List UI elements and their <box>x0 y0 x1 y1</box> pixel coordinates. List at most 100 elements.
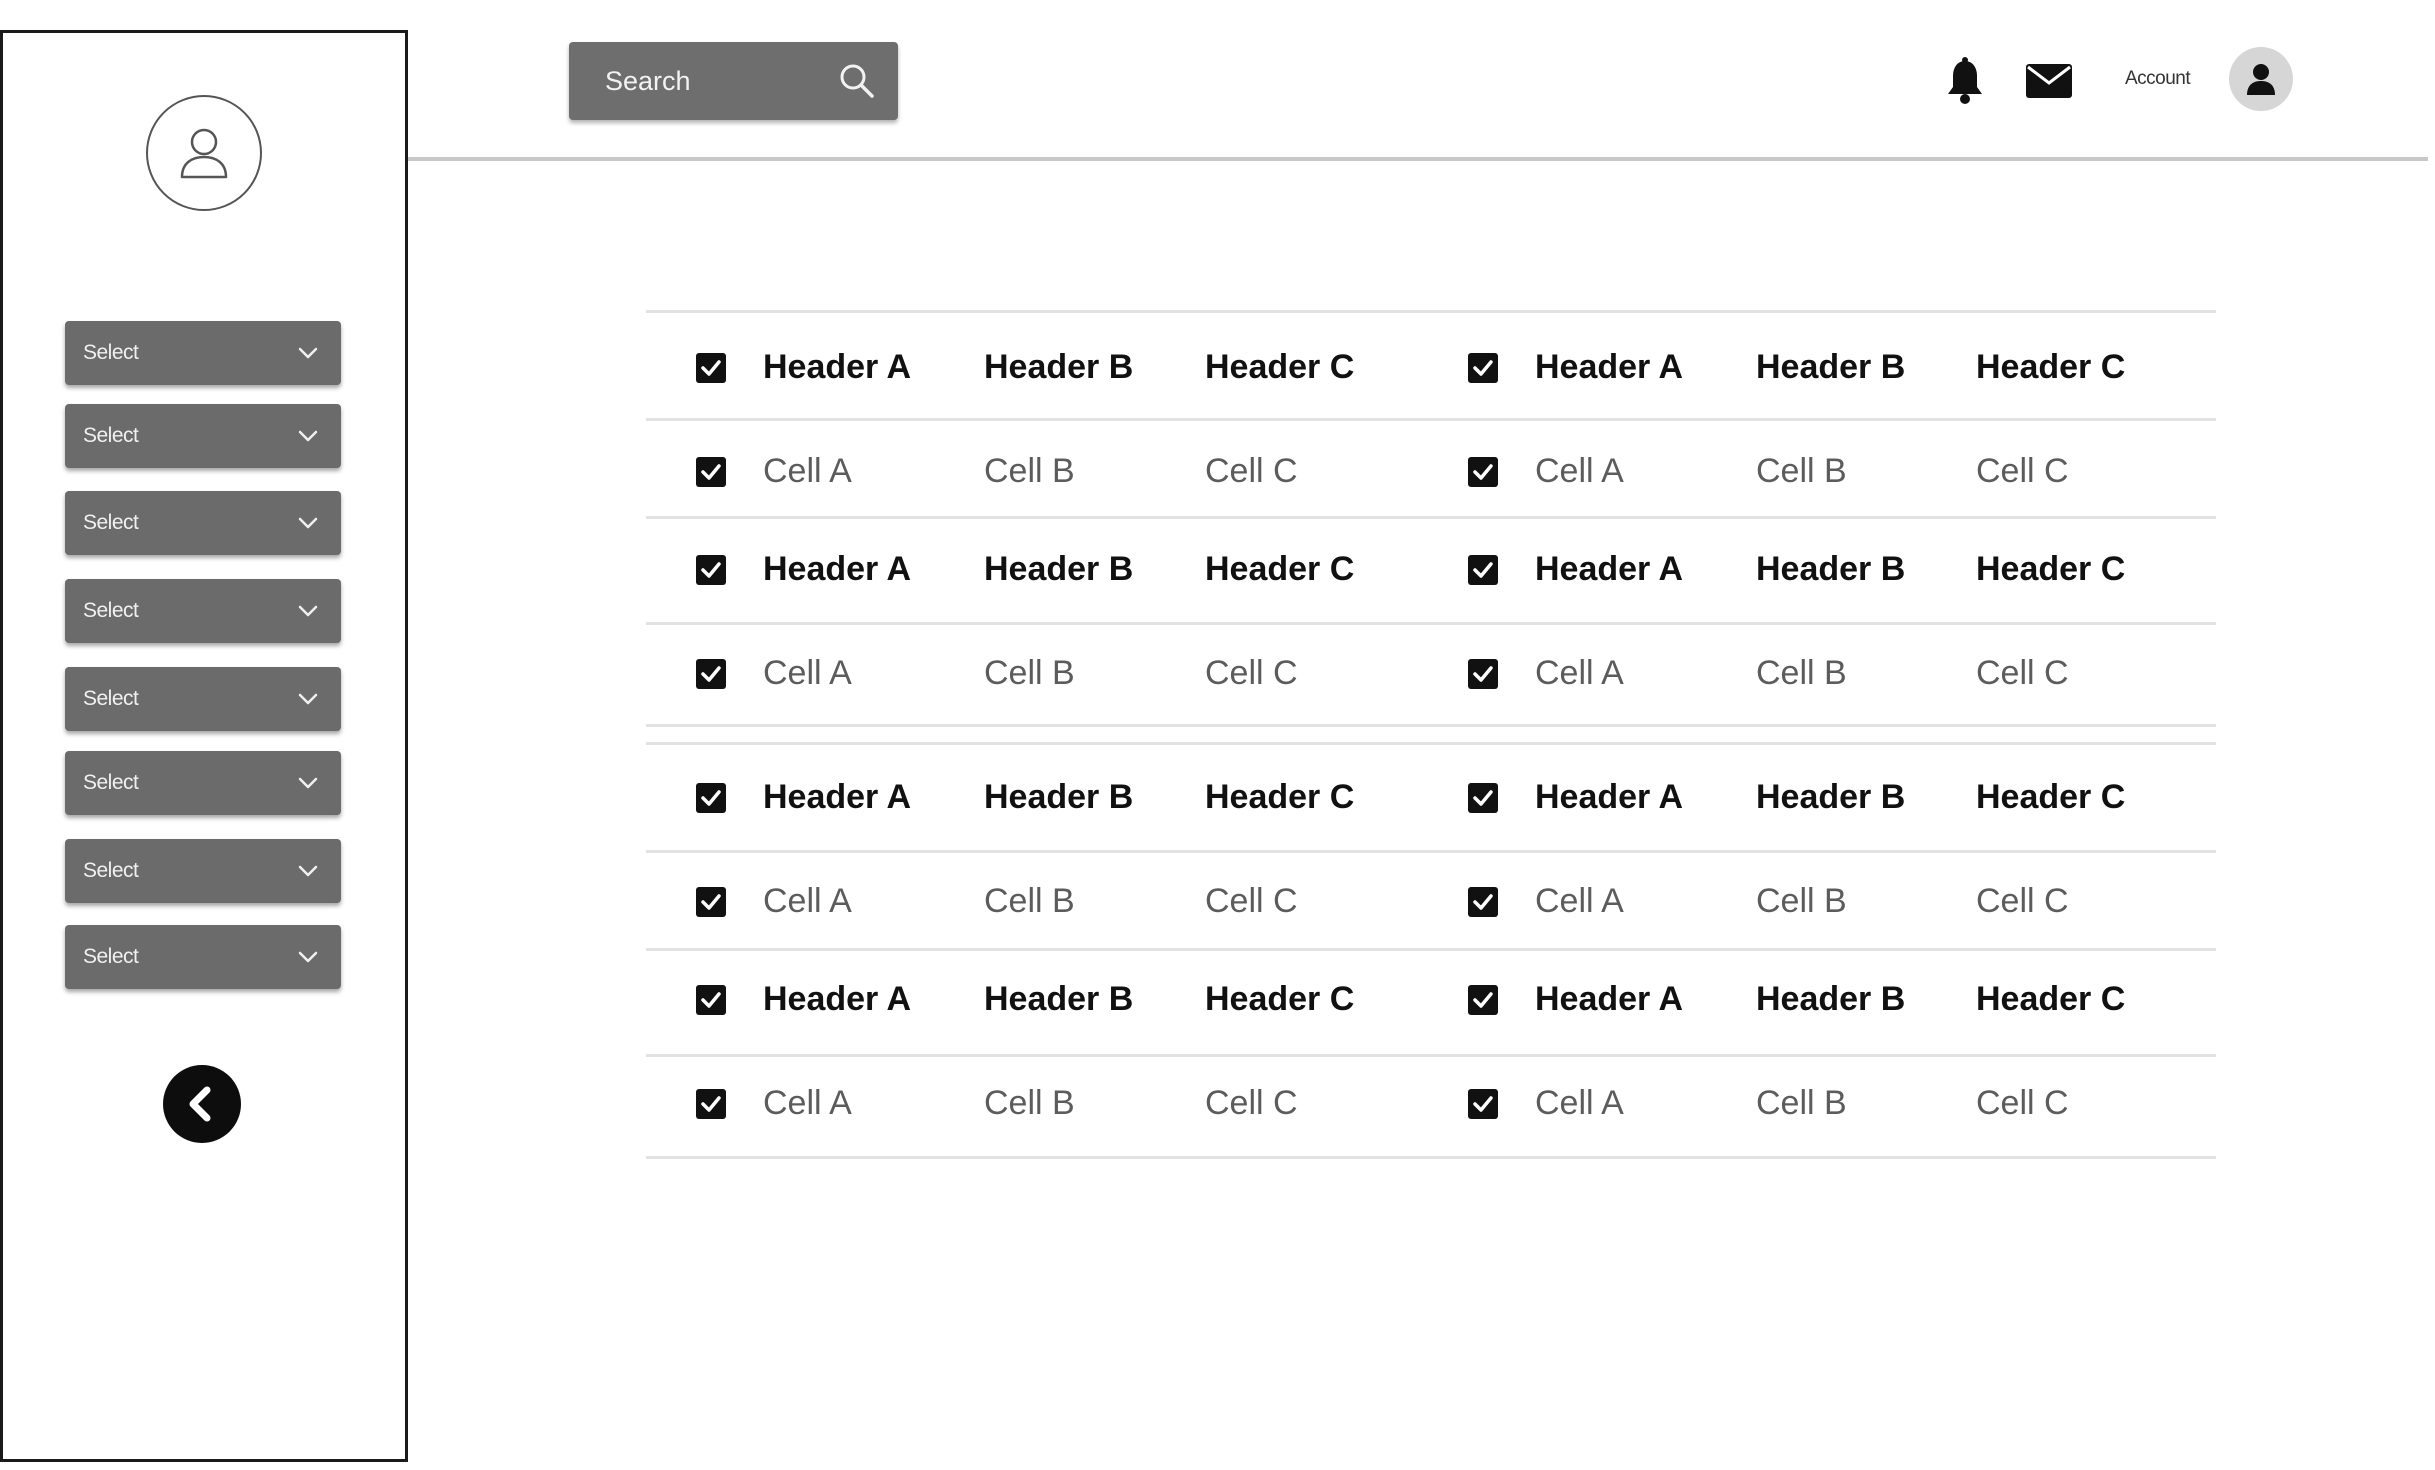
row-checkbox[interactable] <box>1468 353 1498 383</box>
filter-select[interactable]: Select <box>65 321 341 385</box>
table-cell: Cell B <box>984 654 1075 692</box>
table-cell: Cell C <box>1205 1084 1298 1122</box>
filter-select[interactable]: Select <box>65 404 341 468</box>
row-checkbox[interactable] <box>696 1089 726 1119</box>
column-header[interactable]: Header A <box>1535 348 1683 387</box>
header-divider <box>408 157 2428 161</box>
row-divider <box>646 742 2216 745</box>
row-checkbox[interactable] <box>1468 985 1498 1015</box>
table-cell: Cell B <box>1756 654 1847 692</box>
filter-select[interactable]: Select <box>65 925 341 989</box>
chevron-down-icon <box>297 772 319 794</box>
column-header[interactable]: Header A <box>1535 550 1683 589</box>
row-checkbox[interactable] <box>696 457 726 487</box>
table-cell: Cell C <box>1205 452 1298 490</box>
column-header[interactable]: Header A <box>763 348 911 387</box>
search-icon[interactable] <box>838 62 876 100</box>
table-cell: Cell B <box>984 1084 1075 1122</box>
row-checkbox[interactable] <box>696 887 726 917</box>
table-row: Cell A Cell B Cell C Cell A Cell B Cell C <box>646 1064 2216 1144</box>
checkmark-icon <box>701 992 721 1008</box>
table-cell: Cell B <box>984 882 1075 920</box>
user-avatar[interactable] <box>146 95 262 211</box>
filter-select[interactable]: Select <box>65 751 341 815</box>
select-label: Select <box>83 687 139 710</box>
row-checkbox[interactable] <box>696 783 726 813</box>
column-header[interactable]: Header C <box>1205 980 1354 1019</box>
column-header[interactable]: Header C <box>1205 348 1354 387</box>
column-header[interactable]: Header B <box>984 980 1133 1019</box>
table-cell: Cell B <box>1756 1084 1847 1122</box>
select-label: Select <box>83 341 139 364</box>
column-header[interactable]: Header C <box>1976 550 2125 589</box>
table-header-row: Header A Header B Header C Header A Header B… <box>646 328 2216 408</box>
search-input[interactable]: Search <box>569 42 898 120</box>
table-cell: Cell A <box>1535 452 1624 490</box>
row-checkbox[interactable] <box>1468 457 1498 487</box>
column-header[interactable]: Header B <box>984 550 1133 589</box>
filter-select[interactable]: Select <box>65 667 341 731</box>
filter-select[interactable]: Select <box>65 839 341 903</box>
column-header[interactable]: Header B <box>1756 550 1905 589</box>
column-header[interactable]: Header B <box>1756 778 1905 817</box>
column-header[interactable]: Header B <box>1756 980 1905 1019</box>
row-divider <box>646 1054 2216 1057</box>
row-divider <box>646 622 2216 625</box>
filter-select[interactable]: Select <box>65 491 341 555</box>
checkmark-icon <box>1473 992 1493 1008</box>
select-label: Select <box>83 771 139 794</box>
checkmark-icon <box>1473 666 1493 682</box>
table-header-row: Header A Header B Header C Header A Header B… <box>646 758 2216 838</box>
table-header-row: Header A Header B Header C Header A Header B… <box>646 960 2216 1040</box>
table-cell: Cell C <box>1976 654 2069 692</box>
checkmark-icon <box>1473 894 1493 910</box>
column-header[interactable]: Header A <box>1535 778 1683 817</box>
row-checkbox[interactable] <box>1468 1089 1498 1119</box>
column-header[interactable]: Header A <box>1535 980 1683 1019</box>
envelope-icon <box>2026 64 2072 98</box>
account-avatar[interactable] <box>2229 47 2293 111</box>
checkmark-icon <box>701 894 721 910</box>
column-header[interactable]: Header A <box>763 778 911 817</box>
collapse-sidebar-button[interactable] <box>163 1065 241 1143</box>
column-header[interactable]: Header B <box>984 778 1133 817</box>
table-cell: Cell C <box>1976 1084 2069 1122</box>
column-header[interactable]: Header C <box>1976 778 2125 817</box>
row-divider <box>646 1156 2216 1159</box>
table-cell: Cell C <box>1976 882 2069 920</box>
row-checkbox[interactable] <box>1468 887 1498 917</box>
column-header[interactable]: Header A <box>763 550 911 589</box>
column-header[interactable]: Header C <box>1976 348 2125 387</box>
bell-icon <box>1948 57 1982 104</box>
filter-select[interactable]: Select <box>65 579 341 643</box>
table-cell: Cell C <box>1976 452 2069 490</box>
row-checkbox[interactable] <box>1468 783 1498 813</box>
checkmark-icon <box>1473 1096 1493 1112</box>
checkmark-icon <box>701 562 721 578</box>
row-checkbox[interactable] <box>696 659 726 689</box>
row-checkbox[interactable] <box>1468 555 1498 585</box>
column-header[interactable]: Header C <box>1205 778 1354 817</box>
chevron-down-icon <box>297 600 319 622</box>
column-header[interactable]: Header C <box>1205 550 1354 589</box>
messages-button[interactable] <box>2025 62 2073 100</box>
column-header[interactable]: Header A <box>763 980 911 1019</box>
row-checkbox[interactable] <box>1468 659 1498 689</box>
column-header[interactable]: Header B <box>1756 348 1905 387</box>
row-checkbox[interactable] <box>696 555 726 585</box>
table-cell: Cell A <box>763 452 852 490</box>
checkmark-icon <box>1473 790 1493 806</box>
row-checkbox[interactable] <box>696 353 726 383</box>
checkmark-icon <box>1473 464 1493 480</box>
column-header[interactable]: Header B <box>984 348 1133 387</box>
account-label[interactable]: Account <box>2125 68 2191 90</box>
checkmark-icon <box>701 666 721 682</box>
row-divider <box>646 516 2216 519</box>
column-header[interactable]: Header C <box>1976 980 2125 1019</box>
row-checkbox[interactable] <box>696 985 726 1015</box>
select-label: Select <box>83 945 139 968</box>
checkmark-icon <box>701 790 721 806</box>
checkmark-icon <box>701 360 721 376</box>
user-icon <box>2247 64 2275 95</box>
notifications-button[interactable] <box>1943 56 1987 106</box>
